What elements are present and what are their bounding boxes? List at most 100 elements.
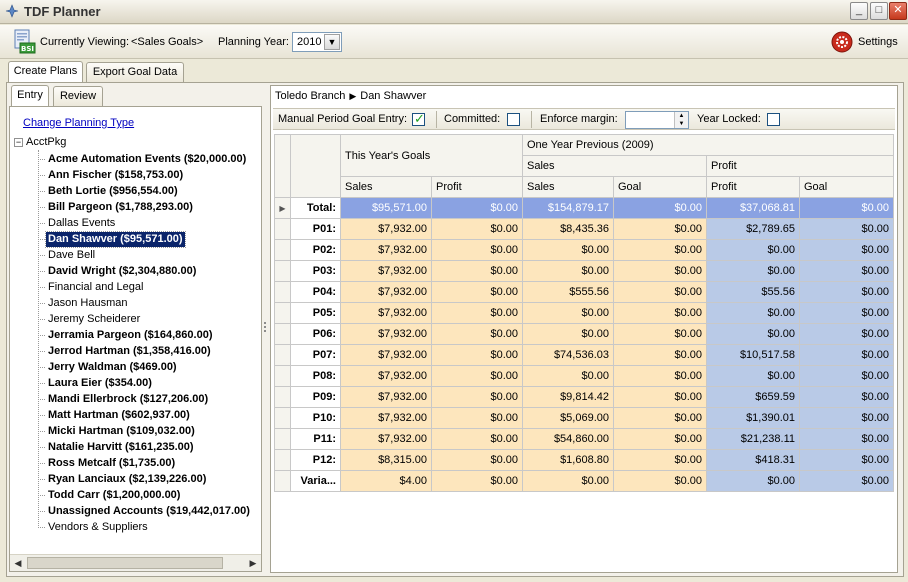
row-selector[interactable] [274, 260, 291, 282]
column-header[interactable]: Sales [522, 176, 614, 198]
grid-cell[interactable]: $0.00 [431, 365, 523, 387]
tree-item[interactable]: Natalie Harvitt ($161,235.00) [38, 440, 196, 455]
table-row[interactable]: P02: $7,932.00 $0.00 $0.00 $0.00 $0.00 $0.00 [274, 239, 894, 261]
change-planning-type-link[interactable]: Change Planning Type [23, 117, 134, 129]
grid-cell[interactable]: $0.00 [431, 323, 523, 345]
tree-item[interactable]: Jeremy Scheiderer [38, 312, 142, 327]
grid-cell[interactable]: $7,932.00 [340, 281, 432, 303]
collapse-icon[interactable]: − [14, 137, 23, 147]
grid-cell[interactable]: $7,932.00 [340, 344, 432, 366]
pane-splitter[interactable] [264, 322, 267, 336]
table-row[interactable]: P10: $7,932.00 $0.00 $5,069.00 $0.00 $1,390.0… [274, 407, 894, 429]
row-selector[interactable] [274, 407, 291, 429]
manual-entry-checkbox[interactable] [412, 111, 425, 127]
tree-item[interactable]: David Wright ($2,304,880.00) [38, 264, 198, 279]
chevron-down-icon[interactable]: ▼ [324, 34, 340, 50]
committed-checkbox[interactable] [507, 113, 520, 126]
table-row[interactable]: Varia... $4.00 $0.00 $0.00 $0.00 $0.00 $0.00 [274, 470, 894, 492]
grid-cell[interactable]: $0.00 [431, 386, 523, 408]
row-selector[interactable] [274, 323, 291, 345]
tree-item[interactable]: Vendors & Suppliers [38, 520, 150, 535]
grid-cell[interactable]: $4.00 [340, 470, 432, 492]
grid-cell[interactable]: $7,932.00 [340, 428, 432, 450]
row-selector[interactable] [274, 365, 291, 387]
column-header[interactable]: Sales [340, 176, 432, 198]
year-locked-checkbox[interactable] [767, 113, 780, 126]
planning-year-select[interactable]: 2010 ▼ [292, 32, 342, 52]
grid-cell[interactable]: $0.00 [431, 470, 523, 492]
table-row[interactable]: P12: $8,315.00 $0.00 $1,608.80 $0.00 $418.31 $… [274, 449, 894, 471]
row-selector[interactable] [274, 239, 291, 261]
table-row[interactable]: P07: $7,932.00 $0.00 $74,536.03 $0.00 $10,517… [274, 344, 894, 366]
tree-item[interactable]: Todd Carr ($1,200,000.00) [38, 488, 182, 503]
grid-cell[interactable]: $7,932.00 [340, 239, 432, 261]
grid-cell[interactable]: $7,932.00 [340, 260, 432, 282]
column-header[interactable]: Profit [431, 176, 523, 198]
spinner-arrows-icon[interactable]: ▲ ▼ [674, 112, 688, 128]
tree-item[interactable]: Jerrod Hartman ($1,358,416.00) [38, 344, 213, 359]
grid-cell[interactable]: $0.00 [431, 260, 523, 282]
grid-cell[interactable]: $0.00 [431, 407, 523, 429]
row-selector[interactable] [274, 386, 291, 408]
grid-cell[interactable]: $0.00 [431, 197, 523, 219]
grid-cell[interactable]: $0.00 [431, 302, 523, 324]
tree-root[interactable]: − AcctPkg [14, 136, 66, 150]
tree-item[interactable]: Bill Pargeon ($1,788,293.00) [38, 200, 195, 215]
tree-item[interactable]: Ross Metcalf ($1,735.00) [38, 456, 177, 471]
row-selector[interactable] [274, 470, 291, 492]
tree-item[interactable]: Dallas Events [38, 216, 117, 231]
table-row[interactable]: ▶ Total: $95,571.00 $0.00 $154,879.17 $0.00 $3… [274, 197, 894, 219]
grid-cell[interactable]: $95,571.00 [340, 197, 432, 219]
grid-cell[interactable]: $0.00 [431, 218, 523, 240]
row-selector-arrow-icon[interactable]: ▶ [274, 197, 291, 219]
tree-item[interactable]: Financial and Legal [38, 280, 145, 295]
breadcrumb-person[interactable]: Dan Shawver [360, 90, 426, 102]
grid-cell[interactable]: $7,932.00 [340, 407, 432, 429]
column-header[interactable]: Goal [799, 176, 894, 198]
grid-cell[interactable]: $0.00 [431, 428, 523, 450]
grid-cell[interactable]: $7,932.00 [340, 302, 432, 324]
grid-cell[interactable]: $0.00 [431, 344, 523, 366]
tree-item[interactable]: Micki Hartman ($109,032.00) [38, 424, 197, 439]
tab-review[interactable]: Review [53, 86, 103, 106]
grid-cell[interactable]: $0.00 [431, 449, 523, 471]
row-selector[interactable] [274, 344, 291, 366]
tree-item[interactable]: Dave Bell [38, 248, 97, 263]
enforce-margin-input[interactable]: ▲ ▼ [625, 111, 689, 129]
table-row[interactable]: P01: $7,932.00 $0.00 $8,435.36 $0.00 $2,789.6… [274, 218, 894, 240]
minimize-button[interactable]: _ [850, 2, 868, 20]
table-row[interactable]: P03: $7,932.00 $0.00 $0.00 $0.00 $0.00 $0.00 [274, 260, 894, 282]
tree-item[interactable]: Unassigned Accounts ($19,442,017.00) [38, 504, 252, 519]
grid-cell[interactable]: $7,932.00 [340, 218, 432, 240]
tree-item[interactable]: Jerry Waldman ($469.00) [38, 360, 179, 375]
breadcrumb-branch[interactable]: Toledo Branch [275, 90, 345, 102]
tab-export-goal-data[interactable]: Export Goal Data [86, 62, 184, 82]
tree-item[interactable]: Dan Shawver ($95,571.00) [38, 231, 186, 248]
scroll-thumb[interactable] [27, 557, 223, 569]
tree-item[interactable]: Ryan Lanciaux ($2,139,226.00) [38, 472, 208, 487]
row-selector[interactable] [274, 281, 291, 303]
maximize-button[interactable]: □ [870, 2, 888, 20]
grid-cell[interactable]: $0.00 [431, 239, 523, 261]
tree-item[interactable]: Beth Lortie ($956,554.00) [38, 184, 180, 199]
table-row[interactable]: P05: $7,932.00 $0.00 $0.00 $0.00 $0.00 $0.00 [274, 302, 894, 324]
row-selector[interactable] [274, 428, 291, 450]
scroll-right-icon[interactable]: ▶ [246, 556, 260, 570]
row-selector[interactable] [274, 302, 291, 324]
row-selector[interactable] [274, 449, 291, 471]
tree-item[interactable]: Ann Fischer ($158,753.00) [38, 168, 185, 183]
grid-cell[interactable]: $8,315.00 [340, 449, 432, 471]
grid-cell[interactable]: $7,932.00 [340, 323, 432, 345]
table-row[interactable]: P06: $7,932.00 $0.00 $0.00 $0.00 $0.00 $0.00 [274, 323, 894, 345]
tree-item[interactable]: Jason Hausman [38, 296, 130, 311]
grid-cell[interactable]: $7,932.00 [340, 386, 432, 408]
table-row[interactable]: P09: $7,932.00 $0.00 $9,814.42 $0.00 $659.59 $… [274, 386, 894, 408]
column-header[interactable]: Goal [613, 176, 707, 198]
row-selector[interactable] [274, 218, 291, 240]
grid-cell[interactable]: $7,932.00 [340, 365, 432, 387]
grid-cell[interactable]: $0.00 [431, 281, 523, 303]
tree-item[interactable]: Jerramia Pargeon ($164,860.00) [38, 328, 215, 343]
close-button[interactable]: ✕ [889, 2, 907, 20]
table-row[interactable]: P08: $7,932.00 $0.00 $0.00 $0.00 $0.00 $0.00 [274, 365, 894, 387]
tab-entry[interactable]: Entry [11, 85, 49, 107]
